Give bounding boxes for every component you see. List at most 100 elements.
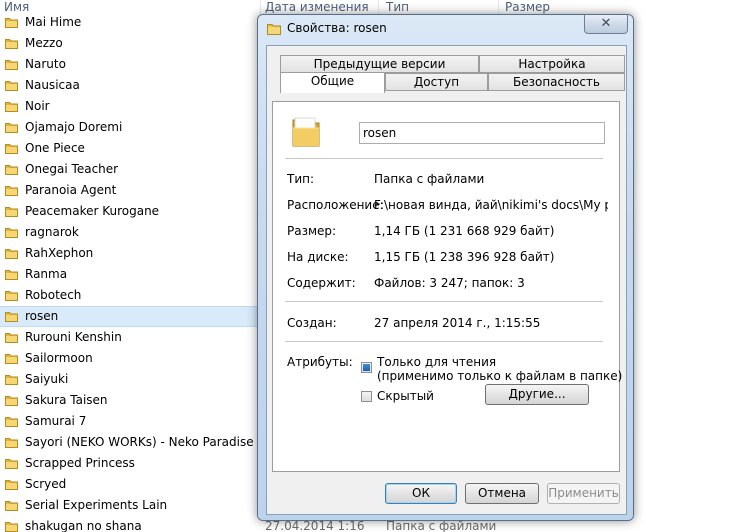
tab-sharing[interactable]: Доступ <box>385 73 488 91</box>
file-row[interactable]: Onegai Teacher <box>0 159 262 180</box>
file-name: Scrapped Princess <box>25 456 135 470</box>
folder-icon <box>5 291 18 301</box>
file-row[interactable]: Naruto <box>0 54 262 75</box>
column-header-size[interactable]: Размер <box>505 0 550 14</box>
file-name: Ojamajo Doremi <box>25 120 123 134</box>
readonly-label[interactable]: Только для чтения <box>377 355 496 369</box>
file-row[interactable]: Peacemaker Kurogane <box>0 201 262 222</box>
file-row[interactable]: Sakura Taisen <box>0 390 262 411</box>
created-value: 27 апреля 2014 г., 1:15:55 <box>374 316 541 330</box>
dialog-body: Предыдущие версии Настройка Общие Доступ… <box>266 45 627 515</box>
column-separator[interactable] <box>378 0 379 14</box>
folder-name-input[interactable] <box>359 122 605 144</box>
folder-icon <box>292 117 320 147</box>
file-row[interactable]: Sailormoon <box>0 348 262 369</box>
file-row[interactable]: Samurai 7 <box>0 411 262 432</box>
file-row[interactable]: Mai Hime <box>0 12 262 33</box>
file-name: Noir <box>25 99 50 113</box>
folder-icon <box>5 144 18 154</box>
file-row[interactable]: One Piece <box>0 138 262 159</box>
folder-icon <box>5 396 18 406</box>
folder-icon <box>5 354 18 364</box>
size-value: 1,14 ГБ (1 231 668 929 байт) <box>374 224 555 238</box>
tab-general[interactable]: Общие <box>280 72 385 93</box>
file-name: Rurouni Kenshin <box>25 330 122 344</box>
file-name: Ranma <box>25 267 68 281</box>
folder-icon <box>267 24 281 35</box>
divider <box>285 341 603 342</box>
file-row[interactable]: Scrapped Princess <box>0 453 262 474</box>
folder-icon <box>5 123 18 133</box>
properties-dialog: Свойства: rosen ✕ Предыдущие версии Наст… <box>257 14 634 521</box>
close-icon: ✕ <box>600 16 612 31</box>
divider <box>285 301 603 302</box>
file-name: shakugan no shana <box>25 519 142 532</box>
file-name: Sakura Taisen <box>25 393 108 407</box>
file-row[interactable]: Paranoia Agent <box>0 180 262 201</box>
column-header-type[interactable]: Тип <box>386 0 409 14</box>
file-name: Sayori (NEKO WORKs) - Neko Paradise <box>25 435 254 449</box>
disk-size-value: 1,15 ГБ (1 238 396 928 байт) <box>374 250 555 264</box>
file-row[interactable]: Saiyuki <box>0 369 262 390</box>
column-separator[interactable] <box>498 0 499 14</box>
file-row[interactable]: RahXephon <box>0 243 262 264</box>
file-row[interactable]: shakugan no shana <box>0 516 262 532</box>
file-name: Robotech <box>25 288 82 302</box>
folder-icon <box>5 438 18 448</box>
file-row[interactable]: ragnarok <box>0 222 262 243</box>
cancel-button[interactable]: Отмена <box>465 483 539 504</box>
close-button[interactable]: ✕ <box>584 15 628 34</box>
file-row[interactable]: Rurouni Kenshin <box>0 327 262 348</box>
file-row[interactable]: Ojamajo Doremi <box>0 117 262 138</box>
file-list: Mai Hime Mezzo Naruto Nausicaa Noir Ojamajo D… <box>0 12 262 532</box>
hidden-checkbox[interactable] <box>361 391 372 402</box>
file-row[interactable]: Nausicaa <box>0 75 262 96</box>
file-name: Saiyuki <box>25 372 69 386</box>
created-label: Создан: <box>287 316 337 330</box>
apply-button[interactable]: Применить <box>547 483 620 504</box>
dialog-title: Свойства: rosen <box>287 21 387 35</box>
tab-previous-versions[interactable]: Предыдущие версии <box>280 55 479 73</box>
folder-icon <box>5 333 18 343</box>
contains-label: Содержит: <box>287 276 356 290</box>
folder-icon <box>5 459 18 469</box>
file-name: Samurai 7 <box>25 414 87 428</box>
file-row[interactable]: Mezzo <box>0 33 262 54</box>
hidden-label[interactable]: Скрытый <box>377 389 434 403</box>
screen: Имя Дата изменения Тип Размер Mai Hime Me… <box>0 0 742 532</box>
general-tab-panel: Тип: Папка с файлами Расположение: F:\но… <box>272 101 622 472</box>
file-name: One Piece <box>25 141 85 155</box>
divider <box>285 158 603 159</box>
folder-icon <box>5 18 18 28</box>
file-row[interactable]: Ranma <box>0 264 262 285</box>
attributes-label: Атрибуты: <box>287 355 353 369</box>
type-label: Тип: <box>287 172 315 186</box>
folder-icon <box>5 39 18 49</box>
tab-customize[interactable]: Настройка <box>479 55 625 73</box>
location-value: F:\новая винда, йай\nikimi's docs\My pic… <box>374 198 608 212</box>
file-name: RahXephon <box>25 246 94 260</box>
folder-icon <box>5 312 18 322</box>
tab-security[interactable]: Безопасность <box>488 73 625 91</box>
readonly-checkbox[interactable] <box>361 362 372 373</box>
file-row[interactable]: Robotech <box>0 285 262 306</box>
folder-icon <box>5 60 18 70</box>
folder-icon <box>5 207 18 217</box>
ok-button[interactable]: ОК <box>385 483 457 504</box>
type-value: Папка с файлами <box>374 172 485 186</box>
other-attributes-button[interactable]: Другие... <box>485 384 589 405</box>
file-row[interactable]: Noir <box>0 96 262 117</box>
file-row[interactable]: Scryed <box>0 474 262 495</box>
folder-icon <box>5 375 18 385</box>
file-name: ragnarok <box>25 225 79 239</box>
folder-icon <box>5 228 18 238</box>
folder-icon <box>5 249 18 259</box>
file-name: Scryed <box>25 477 67 491</box>
column-header-date[interactable]: Дата изменения <box>265 0 369 14</box>
file-name: Peacemaker Kurogane <box>25 204 160 218</box>
file-row[interactable]: Sayori (NEKO WORKs) - Neko Paradise <box>0 432 262 453</box>
file-name: Nausicaa <box>25 78 80 92</box>
file-row[interactable]: rosen <box>0 306 262 327</box>
folder-icon <box>5 102 18 112</box>
file-row[interactable]: Serial Experiments Lain <box>0 495 262 516</box>
